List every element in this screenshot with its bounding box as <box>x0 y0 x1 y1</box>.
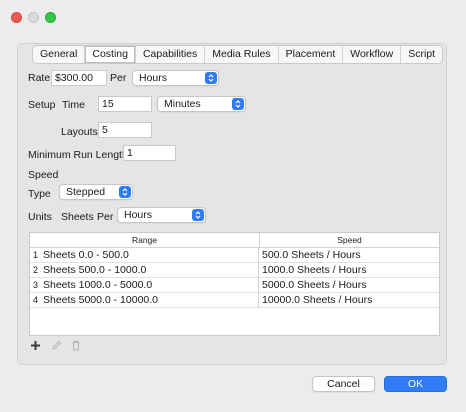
tab-workflow[interactable]: Workflow <box>343 46 402 63</box>
rate-per-label: Per <box>110 72 127 84</box>
speed-units-value: Hours <box>124 209 153 221</box>
dialog-window: General Costing Capabilities Media Rules… <box>0 0 466 412</box>
setup-label: Setup <box>28 99 56 111</box>
table-row[interactable]: 2 Sheets 500.0 - 1000.0 1000.0 Sheets / … <box>30 263 439 278</box>
tab-bar: General Costing Capabilities Media Rules… <box>32 45 444 64</box>
speed-units-sheets-label: Sheets <box>61 211 94 223</box>
chevron-updown-icon <box>205 72 217 84</box>
rate-unit-select[interactable]: Hours <box>132 70 219 86</box>
table-header: Range Speed <box>30 233 439 248</box>
table-row[interactable]: 3 Sheets 1000.0 - 5000.0 5000.0 Sheets /… <box>30 278 439 293</box>
chevron-updown-icon <box>119 186 131 198</box>
row-range: Sheets 0.0 - 500.0 <box>41 248 259 262</box>
chevron-updown-icon <box>192 209 204 221</box>
row-speed: 1000.0 Sheets / Hours <box>262 264 367 276</box>
layouts-input[interactable]: 5 <box>98 122 152 138</box>
layouts-label: Layouts <box>61 126 98 138</box>
maximize-window-icon[interactable] <box>45 12 56 23</box>
tab-capabilities[interactable]: Capabilities <box>136 46 206 63</box>
speed-units-per-label: Per <box>97 211 114 223</box>
speed-units-select[interactable]: Hours <box>117 207 206 223</box>
min-run-input[interactable]: 1 <box>123 145 176 161</box>
row-range: Sheets 5000.0 - 10000.0 <box>41 293 259 307</box>
min-run-label: Minimum Run Length <box>28 149 128 161</box>
close-window-icon[interactable] <box>11 12 22 23</box>
setup-time-label: Time <box>62 99 85 111</box>
speed-type-select[interactable]: Stepped <box>59 184 133 200</box>
chevron-updown-icon <box>232 98 244 110</box>
window-controls <box>11 12 56 23</box>
tab-costing[interactable]: Costing <box>85 46 136 63</box>
table-row[interactable]: 1 Sheets 0.0 - 500.0 500.0 Sheets / Hour… <box>30 248 439 263</box>
row-speed: 5000.0 Sheets / Hours <box>262 279 367 291</box>
pencil-icon[interactable] <box>51 340 62 353</box>
tab-general[interactable]: General <box>33 46 86 63</box>
rate-unit-value: Hours <box>139 72 168 84</box>
speed-type-value: Stepped <box>66 186 106 198</box>
column-header-speed[interactable]: Speed <box>260 233 439 247</box>
row-range: Sheets 500.0 - 1000.0 <box>41 263 259 277</box>
tab-media-rules[interactable]: Media Rules <box>205 46 279 63</box>
row-speed: 10000.0 Sheets / Hours <box>262 294 373 306</box>
speed-type-label: Type <box>28 188 51 200</box>
setup-time-unit-select[interactable]: Minutes <box>157 96 246 112</box>
cancel-button[interactable]: Cancel <box>312 376 375 392</box>
tab-placement[interactable]: Placement <box>279 46 344 63</box>
column-header-range[interactable]: Range <box>30 233 260 247</box>
row-number: 1 <box>32 250 38 260</box>
speed-units-label: Units <box>28 211 52 223</box>
row-speed: 500.0 Sheets / Hours <box>262 249 361 261</box>
speed-steps-table: Range Speed 1 Sheets 0.0 - 500.0 500.0 S… <box>29 232 440 336</box>
table-row[interactable]: 4 Sheets 5000.0 - 10000.0 10000.0 Sheets… <box>30 293 439 308</box>
setup-time-input[interactable]: 15 <box>98 96 152 112</box>
row-number: 2 <box>32 265 38 275</box>
rate-input[interactable]: $300.00 <box>51 70 107 86</box>
row-number: 3 <box>32 280 38 290</box>
setup-time-unit-value: Minutes <box>164 98 201 110</box>
rate-label: Rate <box>28 72 51 84</box>
ok-button[interactable]: OK <box>384 376 447 392</box>
tab-script[interactable]: Script <box>401 46 442 63</box>
plus-icon[interactable] <box>30 340 41 353</box>
speed-section-label: Speed <box>28 169 59 181</box>
trash-icon[interactable] <box>71 340 81 353</box>
minimize-window-icon[interactable] <box>28 12 39 23</box>
row-number: 4 <box>32 295 38 305</box>
row-range: Sheets 1000.0 - 5000.0 <box>41 278 259 292</box>
